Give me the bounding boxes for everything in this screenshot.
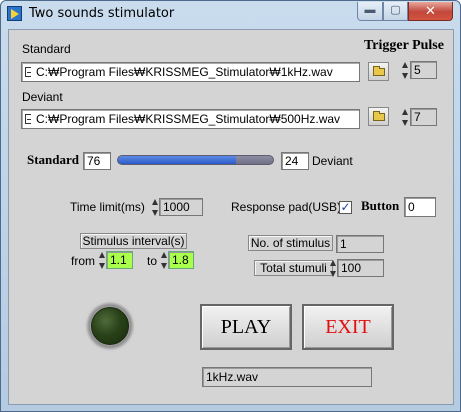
- standard-path-field[interactable]: C:₩Program Files₩KRISSMEG_Stimulator₩1kH…: [21, 62, 360, 82]
- path-icon: [25, 114, 31, 124]
- standard-trigger-stepper[interactable]: [401, 62, 409, 79]
- current-file-indicator: 1kHz.wav: [202, 367, 372, 387]
- increment-arrow-icon[interactable]: [99, 252, 105, 258]
- folder-icon: [373, 66, 385, 76]
- deviant-path-value: C:₩Program Files₩KRISSMEG_Stimulator₩500…: [36, 112, 341, 126]
- standard-trigger-field[interactable]: 5: [410, 61, 437, 79]
- time-limit-field[interactable]: 1000: [159, 198, 203, 216]
- increment-arrow-icon[interactable]: [161, 252, 167, 258]
- ratio-standard-field[interactable]: 76: [83, 152, 111, 170]
- labview-app-icon: [7, 6, 22, 21]
- interval-from-label: from: [71, 254, 95, 268]
- response-pad-label: Response pad(USB): [231, 200, 342, 214]
- maximize-button[interactable]: ▢: [383, 2, 408, 21]
- exit-button[interactable]: EXIT: [302, 304, 394, 350]
- interval-to-label: to: [147, 254, 158, 268]
- interval-from-stepper[interactable]: [98, 252, 106, 269]
- decrement-arrow-icon[interactable]: [402, 73, 408, 79]
- increment-arrow-icon[interactable]: [402, 109, 408, 115]
- increment-arrow-icon[interactable]: [152, 199, 158, 205]
- standard-file-label: Standard: [22, 42, 71, 56]
- interval-from-field[interactable]: 1.1: [106, 251, 133, 269]
- status-led-core: [91, 307, 129, 345]
- increment-arrow-icon[interactable]: [330, 260, 336, 266]
- title-bar[interactable]: Two sounds stimulator ▬ ▢ ✕: [1, 1, 460, 27]
- deviant-trigger-field[interactable]: 7: [410, 108, 437, 126]
- deviant-trigger-stepper[interactable]: [401, 109, 409, 126]
- decrement-arrow-icon[interactable]: [152, 210, 158, 216]
- deviant-path-field[interactable]: C:₩Program Files₩KRISSMEG_Stimulator₩500…: [21, 109, 360, 129]
- folder-icon: [373, 111, 385, 121]
- response-pad-checkbox[interactable]: ✓: [339, 201, 352, 214]
- time-limit-label: Time limit(ms): [70, 200, 145, 214]
- standard-path-value: C:₩Program Files₩KRISSMEG_Stimulator₩1kH…: [36, 65, 333, 79]
- deviant-file-label: Deviant: [22, 90, 63, 104]
- standard-browse-button[interactable]: [368, 62, 389, 81]
- stimulus-interval-label: Stimulus interval(s): [80, 233, 187, 249]
- num-stimulus-field: 1: [336, 235, 384, 253]
- ratio-standard-label: Standard: [27, 152, 80, 167]
- button-label: Button: [361, 198, 400, 213]
- window-title: Two sounds stimulator: [29, 6, 175, 21]
- front-panel: Standard Trigger Pulse C:₩Program Files₩…: [8, 29, 454, 405]
- time-limit-stepper[interactable]: [151, 199, 159, 216]
- ratio-deviant-field[interactable]: 24: [281, 152, 309, 170]
- decrement-arrow-icon[interactable]: [161, 263, 167, 269]
- close-button[interactable]: ✕: [408, 2, 453, 21]
- increment-arrow-icon[interactable]: [402, 62, 408, 68]
- button-value-field: 0: [404, 197, 436, 217]
- minimize-button[interactable]: ▬: [357, 2, 383, 21]
- play-button[interactable]: PLAY: [200, 304, 292, 350]
- total-stimuli-label: Total stumuli: [254, 260, 333, 276]
- path-icon: [25, 67, 31, 77]
- interval-to-field[interactable]: 1.8: [168, 251, 194, 269]
- app-window: Two sounds stimulator ▬ ▢ ✕ Standard Tri…: [0, 0, 461, 412]
- ratio-slider-fill: [118, 156, 236, 164]
- num-stimulus-label: No. of stimulus: [248, 235, 333, 251]
- decrement-arrow-icon[interactable]: [99, 263, 105, 269]
- ratio-slider[interactable]: [117, 155, 274, 165]
- decrement-arrow-icon[interactable]: [330, 271, 336, 277]
- trigger-pulse-label: Trigger Pulse: [364, 38, 444, 53]
- decrement-arrow-icon[interactable]: [402, 120, 408, 126]
- interval-to-stepper[interactable]: [160, 252, 168, 269]
- total-stimuli-stepper[interactable]: [329, 260, 337, 277]
- total-stimuli-field[interactable]: 100: [337, 259, 384, 277]
- ratio-deviant-label: Deviant: [312, 154, 353, 168]
- deviant-browse-button[interactable]: [368, 107, 389, 126]
- status-led: [82, 298, 138, 354]
